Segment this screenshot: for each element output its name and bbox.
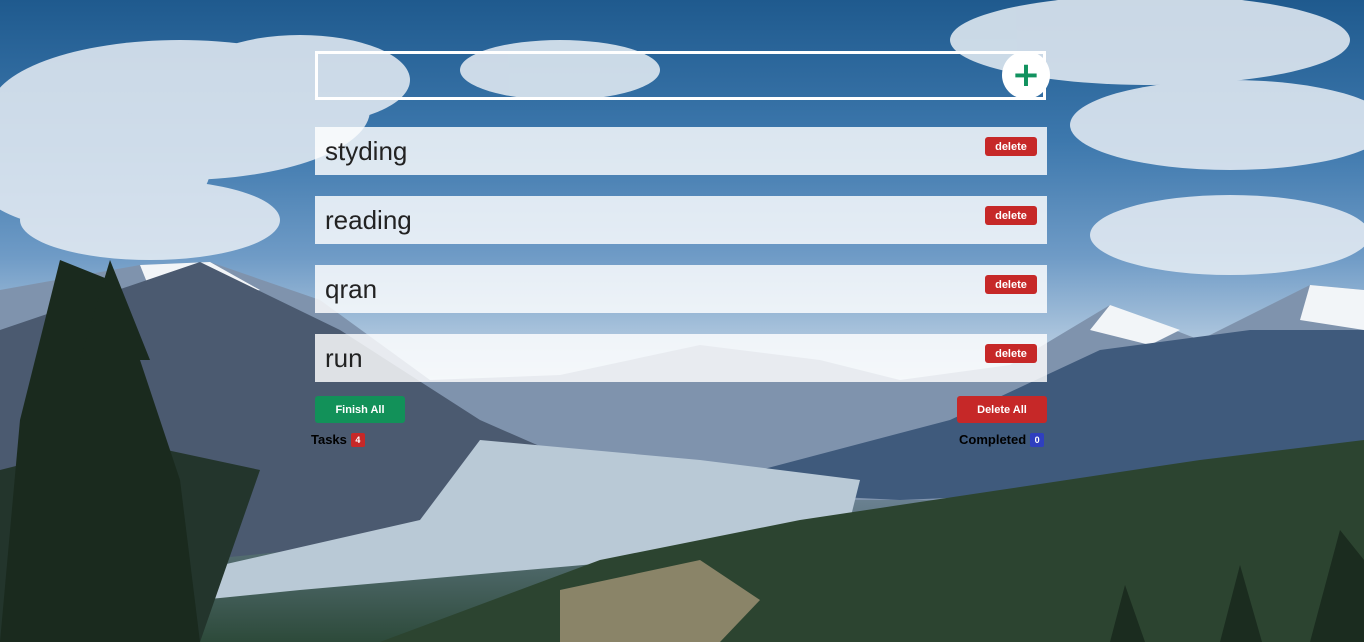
plus-icon: +	[1011, 55, 1041, 95]
new-task-input[interactable]	[318, 54, 1043, 97]
task-item[interactable]: qran delete	[315, 265, 1047, 313]
delete-task-button[interactable]: delete	[985, 344, 1037, 363]
task-item[interactable]: reading delete	[315, 196, 1047, 244]
task-item[interactable]: run delete	[315, 334, 1047, 382]
finish-all-button[interactable]: Finish All	[315, 396, 405, 423]
delete-all-button[interactable]: Delete All	[957, 396, 1047, 423]
task-list: styding delete reading delete qran delet…	[315, 127, 1047, 403]
tasks-counter: Tasks 4	[311, 432, 365, 447]
add-task-button[interactable]: +	[1002, 51, 1050, 99]
new-task-field[interactable]	[315, 51, 1046, 100]
task-text: run	[325, 342, 363, 373]
tasks-label: Tasks	[311, 432, 347, 447]
delete-task-button[interactable]: delete	[985, 275, 1037, 294]
completed-label: Completed	[959, 432, 1027, 447]
task-text: reading	[325, 204, 412, 235]
delete-task-button[interactable]: delete	[985, 137, 1037, 156]
completed-counter: Completed 0	[959, 432, 1045, 447]
tasks-count-badge: 4	[350, 432, 365, 447]
task-text: qran	[325, 273, 378, 304]
task-item[interactable]: styding delete	[315, 127, 1047, 175]
task-text: styding	[325, 135, 408, 166]
delete-task-button[interactable]: delete	[985, 206, 1037, 225]
completed-count-badge: 0	[1030, 432, 1045, 447]
